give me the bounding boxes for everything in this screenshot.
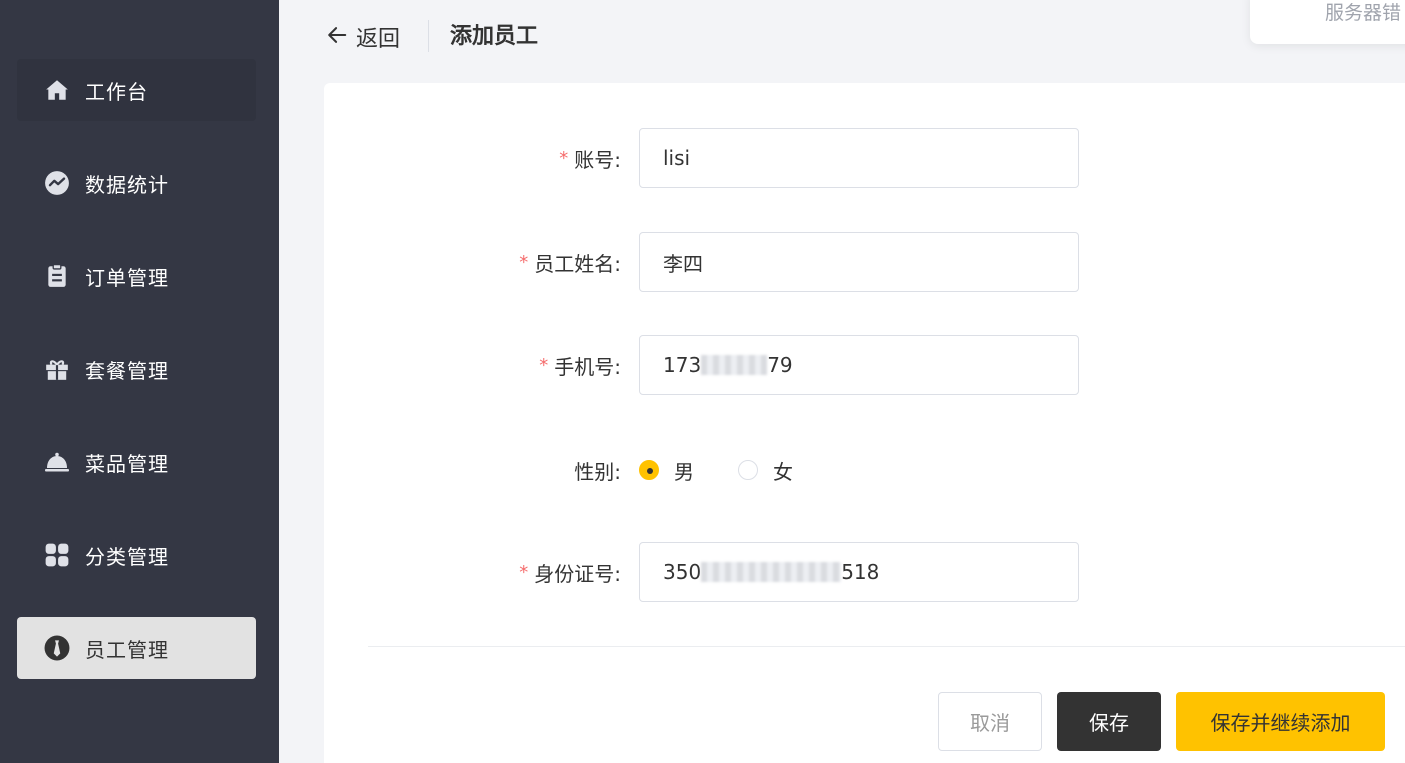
sidebar: 工作台 数据统计 订单管理 套餐管理 菜品管理 分类管理 员工管理 bbox=[0, 0, 279, 763]
required-mark: * bbox=[539, 354, 549, 376]
phone-label-text: 手机号: bbox=[554, 354, 621, 379]
sidebar-item-label: 员工管理 bbox=[85, 637, 169, 662]
gender-label: 性别: bbox=[574, 440, 621, 500]
id-number-label-text: 身份证号: bbox=[534, 561, 621, 586]
phone-value-start: 173 bbox=[663, 353, 702, 377]
name-label: * 员工姓名: bbox=[519, 232, 621, 292]
radio-label: 男 bbox=[674, 459, 694, 484]
id-number-label: * 身份证号: bbox=[519, 542, 621, 602]
form-row-id-number: * 身份证号: 350 518 bbox=[324, 542, 1405, 602]
sidebar-item-employees[interactable]: 员工管理 bbox=[17, 617, 256, 679]
back-label: 返回 bbox=[356, 27, 401, 52]
toast-message: 服务器错 bbox=[1325, 2, 1402, 24]
form-row-gender: 性别: 男 女 bbox=[324, 440, 1405, 500]
form-row-name: * 员工姓名: 李四 bbox=[324, 232, 1405, 292]
sidebar-item-label: 工作台 bbox=[85, 79, 148, 104]
account-input[interactable]: lisi bbox=[639, 128, 1079, 188]
radio-checked-icon bbox=[639, 460, 659, 480]
back-button[interactable]: 返回 bbox=[326, 20, 400, 54]
gender-radio-group: 男 女 bbox=[639, 440, 837, 500]
required-mark: * bbox=[519, 561, 529, 583]
required-mark: * bbox=[519, 251, 529, 273]
arrow-left-icon bbox=[326, 24, 348, 50]
sidebar-item-label: 分类管理 bbox=[85, 544, 169, 569]
employee-icon bbox=[44, 635, 70, 661]
sidebar-item-label: 订单管理 bbox=[85, 265, 169, 290]
sidebar-item-dishes[interactable]: 菜品管理 bbox=[17, 431, 256, 493]
gender-label-text: 性别: bbox=[574, 459, 621, 484]
sidebar-item-label: 菜品管理 bbox=[85, 451, 169, 476]
phone-value-end: 79 bbox=[767, 353, 793, 377]
phone-label: * 手机号: bbox=[539, 335, 621, 395]
cancel-button[interactable]: 取消 bbox=[938, 692, 1042, 751]
gift-icon bbox=[44, 356, 70, 382]
id-number-input[interactable]: 350 518 bbox=[639, 542, 1079, 602]
sidebar-item-label: 数据统计 bbox=[85, 172, 169, 197]
sidebar-item-workbench[interactable]: 工作台 bbox=[17, 59, 256, 121]
id-value-start: 350 bbox=[663, 560, 702, 584]
required-mark: * bbox=[559, 147, 569, 169]
cloche-icon bbox=[44, 449, 70, 475]
account-label: * 账号: bbox=[559, 128, 621, 188]
name-value: 李四 bbox=[663, 251, 703, 276]
gender-radio-male[interactable]: 男 bbox=[639, 456, 694, 485]
clipboard-icon bbox=[44, 263, 70, 289]
chart-icon bbox=[44, 170, 70, 196]
redacted-blur bbox=[701, 355, 768, 375]
page-title: 添加员工 bbox=[450, 24, 539, 49]
sidebar-item-categories[interactable]: 分类管理 bbox=[17, 524, 256, 586]
sidebar-item-label: 套餐管理 bbox=[85, 358, 169, 383]
redacted-blur bbox=[701, 562, 842, 582]
form-divider bbox=[368, 646, 1405, 647]
sidebar-item-orders[interactable]: 订单管理 bbox=[17, 245, 256, 307]
sidebar-item-statistics[interactable]: 数据统计 bbox=[17, 152, 256, 214]
name-input[interactable]: 李四 bbox=[639, 232, 1079, 292]
radio-unchecked-icon bbox=[738, 460, 758, 480]
save-button[interactable]: 保存 bbox=[1057, 692, 1161, 751]
form-card: * 账号: lisi * 员工姓名: 李四 * 手机号: 173 79 性别: bbox=[324, 83, 1405, 763]
name-label-text: 员工姓名: bbox=[534, 251, 621, 276]
header-divider bbox=[428, 20, 429, 52]
account-value: lisi bbox=[663, 146, 691, 170]
grid-icon bbox=[44, 542, 70, 568]
home-icon bbox=[44, 77, 70, 103]
form-row-account: * 账号: lisi bbox=[324, 128, 1405, 188]
id-value-end: 518 bbox=[841, 560, 880, 584]
radio-label: 女 bbox=[773, 459, 793, 484]
error-toast: 服务器错 bbox=[1250, 0, 1405, 44]
form-row-phone: * 手机号: 173 79 bbox=[324, 335, 1405, 395]
account-label-text: 账号: bbox=[574, 147, 621, 172]
sidebar-item-combos[interactable]: 套餐管理 bbox=[17, 338, 256, 400]
save-and-continue-button[interactable]: 保存并继续添加 bbox=[1176, 692, 1385, 751]
gender-radio-female[interactable]: 女 bbox=[738, 456, 793, 485]
phone-input[interactable]: 173 79 bbox=[639, 335, 1079, 395]
